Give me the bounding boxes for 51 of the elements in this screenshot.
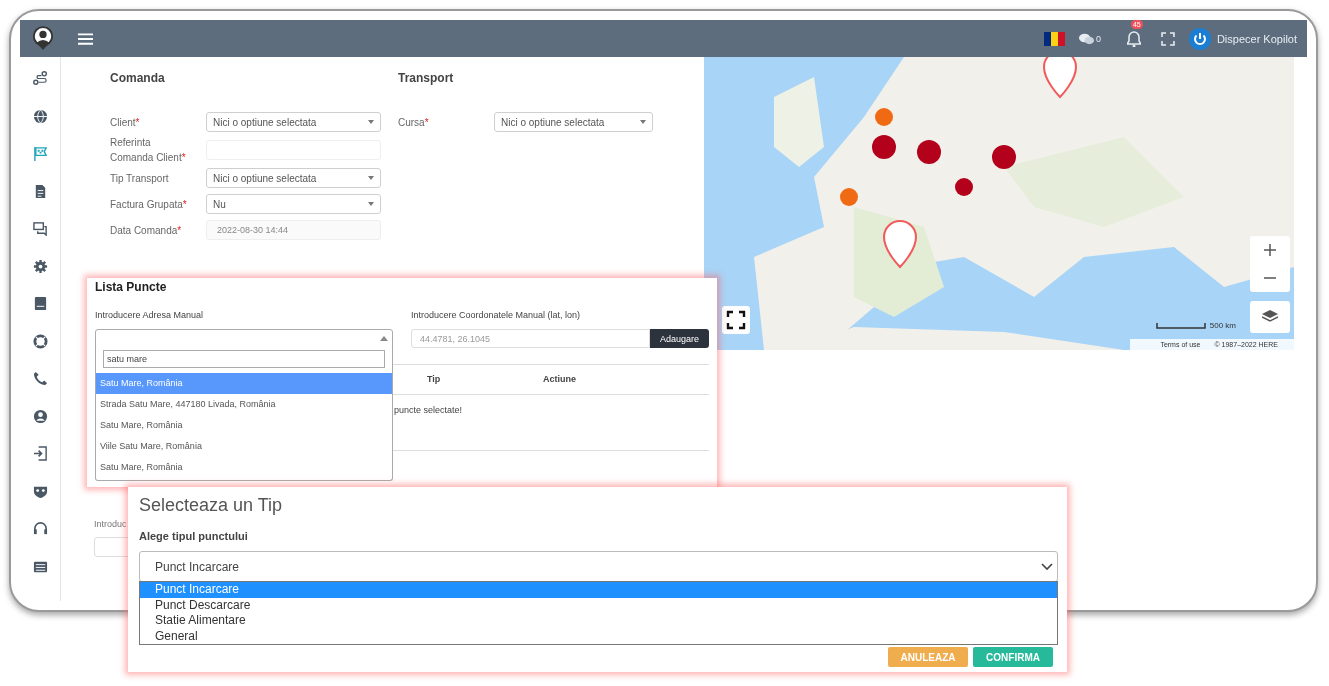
field-label: Tip Transport bbox=[110, 171, 170, 186]
message-count: 0 bbox=[1095, 33, 1101, 44]
romania-flag-icon[interactable] bbox=[1043, 31, 1065, 46]
address-option[interactable]: Satu Mare, România bbox=[96, 456, 392, 477]
caret-icon bbox=[379, 336, 388, 341]
caret-icon bbox=[368, 120, 374, 124]
select-field[interactable]: Nu bbox=[206, 194, 381, 214]
menu-icon[interactable] bbox=[78, 32, 93, 45]
layers-icon[interactable] bbox=[1250, 301, 1290, 333]
address-option[interactable]: Viile Satu Mare, România bbox=[96, 435, 392, 457]
driver-avatar-icon[interactable] bbox=[32, 25, 54, 52]
field-label: Introducere Coordonatele Manual (lat, lon) bbox=[410, 310, 582, 320]
field-label: Introduc bbox=[94, 519, 128, 529]
scale-label: 500 km bbox=[1209, 321, 1236, 330]
search-field[interactable]: satu mare bbox=[103, 350, 385, 368]
section-title: Comanda bbox=[110, 71, 166, 85]
date-field[interactable]: 2022-08-30 14:44 bbox=[206, 220, 381, 240]
address-option[interactable]: Strada Satu Mare, 447180 Livada, România bbox=[96, 393, 392, 415]
panel-title: Lista Puncte bbox=[95, 280, 168, 294]
field-label: Data Comanda* bbox=[110, 223, 183, 238]
empty-message: puncte selectate! bbox=[394, 405, 463, 415]
chat-icon[interactable] bbox=[1078, 32, 1094, 45]
add-button[interactable]: Adaugare bbox=[649, 329, 709, 348]
chevron-icon bbox=[1041, 562, 1053, 571]
type-option[interactable]: Statie Alimentare bbox=[140, 613, 1057, 629]
select-field[interactable]: Nici o optiune selectata bbox=[206, 168, 381, 188]
type-select[interactable]: Punct Incarcare bbox=[139, 551, 1058, 582]
column-header: Tip bbox=[427, 374, 441, 384]
field-label: Alege tipul punctului bbox=[139, 530, 249, 542]
field-label: Factura Grupata* bbox=[110, 197, 188, 212]
field-label: Cursa* bbox=[398, 115, 430, 130]
caret-icon bbox=[368, 176, 374, 180]
type-option[interactable]: General bbox=[140, 628, 1057, 644]
field-label: Referinta Comanda Client* bbox=[110, 136, 187, 165]
coordinates-field[interactable]: 44.4781, 26.1045 bbox=[410, 329, 650, 348]
type-option[interactable]: Punct Descarcare bbox=[140, 597, 1057, 613]
field-label: Client* bbox=[110, 115, 141, 130]
caret-icon bbox=[368, 202, 374, 206]
field-label: Introducere Adresa Manual bbox=[95, 310, 205, 320]
fullscreen-icon[interactable] bbox=[722, 306, 750, 334]
column-header: Actiune bbox=[543, 374, 576, 384]
caret-icon bbox=[640, 120, 646, 124]
bell-icon[interactable] bbox=[1126, 30, 1141, 47]
user-name[interactable]: Dispecer Kopilot bbox=[1216, 32, 1297, 45]
dialog-title: Selecteaza un Tip bbox=[139, 495, 284, 516]
select-field[interactable]: Nici o optiune selectata bbox=[206, 112, 381, 132]
select-field[interactable]: Nici o optiune selectata bbox=[494, 112, 653, 132]
section-title: Transport bbox=[398, 71, 455, 85]
scale-bar-icon bbox=[1155, 322, 1206, 329]
power-icon[interactable] bbox=[1188, 27, 1211, 50]
address-option[interactable]: Satu Mare, România bbox=[96, 414, 392, 436]
